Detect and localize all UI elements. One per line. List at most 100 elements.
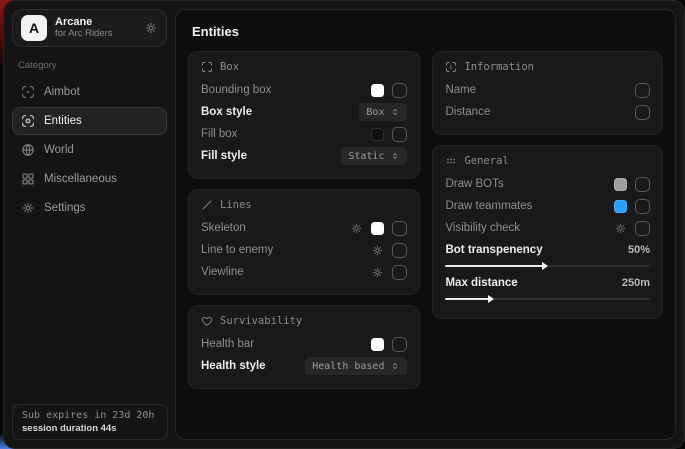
color-swatch[interactable] xyxy=(371,222,384,235)
sidebar-item-miscellaneous[interactable]: Miscellaneous xyxy=(12,165,167,193)
sidebar-item-label: Settings xyxy=(44,202,86,214)
sidebar-item-label: Entities xyxy=(44,115,82,127)
chevrons-up-down-icon xyxy=(390,361,400,371)
setting-row-distance: Distance xyxy=(445,101,650,123)
box-brackets-icon xyxy=(201,61,213,73)
card-header: Information xyxy=(445,61,650,73)
checkbox[interactable] xyxy=(635,177,650,192)
card-box: Box Bounding box Box styleBox Fill box Fill … xyxy=(188,51,420,179)
color-swatch[interactable] xyxy=(614,178,627,191)
checkbox[interactable] xyxy=(392,221,407,236)
session-duration-text: session duration 44s xyxy=(22,423,158,434)
sidebar: A Arcane for Arc Riders Category AimbotE… xyxy=(4,1,175,448)
card-header: General xyxy=(445,155,650,167)
checkbox[interactable] xyxy=(392,243,407,258)
setting-label: Fill box xyxy=(201,128,237,140)
slider-max-distance: Max distance250m xyxy=(445,274,650,300)
setting-row-health-style: Health styleHealth based xyxy=(201,355,407,377)
main-panel: Entities Box Bounding box Box styleBox Fill… xyxy=(175,9,676,440)
line-icon xyxy=(201,199,213,211)
slider-track[interactable] xyxy=(445,265,650,267)
setting-label: Draw teammates xyxy=(445,200,532,212)
sidebar-item-world[interactable]: World xyxy=(12,136,167,164)
color-swatch[interactable] xyxy=(614,200,627,213)
setting-row-health-bar: Health bar xyxy=(201,333,407,355)
checkbox[interactable] xyxy=(635,221,650,236)
card-survivability: Survivability Health barHealth styleHealt… xyxy=(188,305,420,389)
dropdown-select[interactable]: Box xyxy=(359,103,407,121)
brand-name: Arcane xyxy=(55,16,136,29)
card-lines: LinesSkeletonLine to enemyViewline xyxy=(188,189,420,295)
checkbox[interactable] xyxy=(635,199,650,214)
brand-card: A Arcane for Arc Riders xyxy=(12,9,167,47)
card-title: General xyxy=(464,155,508,167)
setting-row-name: Name xyxy=(445,79,650,101)
gear-icon[interactable] xyxy=(371,266,384,279)
sidebar-item-settings[interactable]: Settings xyxy=(12,194,167,222)
panel-body: Box Bounding box Box styleBox Fill box Fill … xyxy=(188,51,663,389)
setting-label: Viewline xyxy=(201,266,244,278)
slider-header: Bot transpenency50% xyxy=(445,241,650,259)
slider-thumb[interactable] xyxy=(542,262,548,270)
gear-icon[interactable] xyxy=(371,244,384,257)
dropdown-select[interactable]: Health based xyxy=(305,357,407,375)
entities-icon xyxy=(21,114,35,128)
checkbox[interactable] xyxy=(635,83,650,98)
checkbox[interactable] xyxy=(392,265,407,280)
checkbox[interactable] xyxy=(392,127,407,142)
setting-controls xyxy=(371,337,407,352)
setting-label: Fill style xyxy=(201,150,247,162)
sidebar-item-label: Aimbot xyxy=(44,86,80,98)
setting-label: Name xyxy=(445,84,476,96)
setting-label: Distance xyxy=(445,106,490,118)
brand-subtitle: for Arc Riders xyxy=(55,29,136,40)
sidebar-nav: Aimbot Entities World Miscellaneous Settings xyxy=(12,78,167,222)
card-header: Survivability xyxy=(201,315,407,327)
heart-icon xyxy=(201,315,213,327)
sidebar-item-entities[interactable]: Entities xyxy=(12,107,167,135)
checkbox[interactable] xyxy=(392,337,407,352)
desktop-background: A Arcane for Arc Riders Category AimbotE… xyxy=(0,0,685,449)
card-information: Information Name Distance xyxy=(432,51,663,135)
setting-label: Draw BOTs xyxy=(445,178,503,190)
subscription-card: Sub expires in 23d 20h session duration … xyxy=(12,404,168,440)
grid-icon xyxy=(21,172,35,186)
setting-controls xyxy=(350,221,407,236)
slider-track[interactable] xyxy=(445,298,650,300)
gear-icon[interactable] xyxy=(144,21,158,35)
gear-icon[interactable] xyxy=(614,222,627,235)
setting-row-line-to-enemy: Line to enemy xyxy=(201,239,407,261)
sub-expiry-text: Sub expires in 23d 20h xyxy=(22,410,158,421)
gear-icon[interactable] xyxy=(350,222,363,235)
dropdown-value: Static xyxy=(348,151,384,162)
setting-row-draw-teammates: Draw teammates xyxy=(445,195,650,217)
setting-row-bounding-box: Bounding box xyxy=(201,79,407,101)
cheat-menu-window: A Arcane for Arc Riders Category AimbotE… xyxy=(3,0,685,449)
setting-label: Bounding box xyxy=(201,84,271,96)
card-title: Survivability xyxy=(220,315,302,327)
setting-row-skeleton: Skeleton xyxy=(201,217,407,239)
globe-icon xyxy=(21,143,35,157)
checkbox[interactable] xyxy=(392,83,407,98)
chevrons-up-down-icon xyxy=(390,151,400,161)
color-swatch[interactable] xyxy=(371,338,384,351)
setting-controls xyxy=(614,221,650,236)
setting-controls xyxy=(371,83,407,98)
dropdown-select[interactable]: Static xyxy=(341,147,407,165)
sidebar-item-label: World xyxy=(44,144,74,156)
setting-controls: Static xyxy=(341,147,407,165)
checkbox[interactable] xyxy=(635,105,650,120)
setting-row-fill-style: Fill style Static xyxy=(201,145,407,167)
slider-fill xyxy=(445,298,490,300)
color-swatch[interactable] xyxy=(371,128,384,141)
color-swatch[interactable] xyxy=(371,84,384,97)
dropdown-value: Box xyxy=(366,107,384,118)
setting-row-box-style: Box styleBox xyxy=(201,101,407,123)
card-title: Box xyxy=(220,61,239,73)
page-title: Entities xyxy=(192,24,663,39)
slider-thumb[interactable] xyxy=(488,295,494,303)
card-header: Box xyxy=(201,61,407,73)
gear-icon xyxy=(21,201,35,215)
grip-dots-icon xyxy=(445,155,457,167)
sidebar-item-aimbot[interactable]: Aimbot xyxy=(12,78,167,106)
